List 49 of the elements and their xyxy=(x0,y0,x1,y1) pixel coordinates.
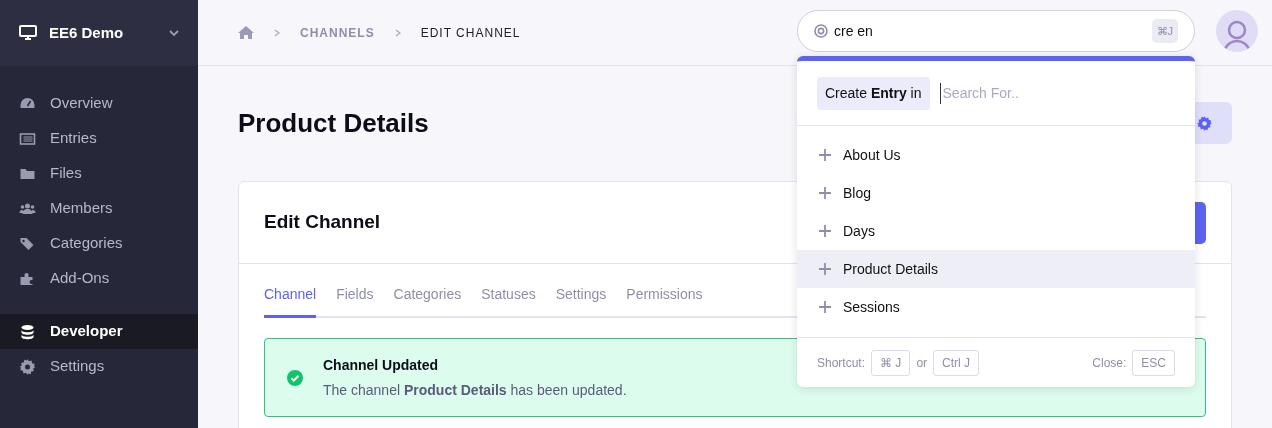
plus-icon xyxy=(819,149,831,161)
nav-item[interactable]: Entries xyxy=(0,121,198,156)
nav-item[interactable]: Developer xyxy=(0,314,198,349)
list-icon xyxy=(19,130,36,147)
breadcrumb-current: EDIT CHANNEL xyxy=(420,24,521,42)
or-label: or xyxy=(916,354,928,372)
menu-item[interactable]: Sessions xyxy=(797,288,1195,326)
plus-icon xyxy=(819,301,831,313)
command-chip: Create Entry in xyxy=(817,76,930,110)
alert-message: The channel Product Details has been updated. xyxy=(323,380,627,400)
database-icon xyxy=(19,323,36,340)
plus-icon xyxy=(819,263,831,275)
plus-icon xyxy=(819,225,831,237)
menu-item[interactable]: Days xyxy=(797,212,1195,250)
card-title: Edit Channel xyxy=(264,210,381,235)
nav-item[interactable]: Members xyxy=(0,191,198,226)
site-name[interactable]: EE6 Demo xyxy=(49,21,157,45)
menu-item[interactable]: About Us xyxy=(797,136,1195,174)
chevron-right-icon xyxy=(274,28,280,37)
monitor-icon xyxy=(19,25,37,41)
page-title: Product Details xyxy=(238,106,430,140)
search-field[interactable]: cre en ⌘J xyxy=(797,10,1195,52)
tags-icon xyxy=(19,235,36,252)
plus-icon xyxy=(819,187,831,199)
alert-title: Channel Updated xyxy=(323,355,440,375)
chevron-down-icon[interactable] xyxy=(169,30,179,36)
puzzle-icon xyxy=(19,270,36,287)
close-label: Close: xyxy=(1092,354,1127,372)
avatar[interactable] xyxy=(1216,10,1258,52)
settings-icon xyxy=(1197,115,1212,131)
nav-item[interactable]: Overview xyxy=(0,86,198,121)
nav-item[interactable]: Categories xyxy=(0,226,198,261)
menu-item[interactable]: Blog xyxy=(797,174,1195,212)
menu-item[interactable]: Product Details xyxy=(797,250,1195,288)
key-hint: Ctrl J xyxy=(933,349,980,376)
key-hint: ⌘ J xyxy=(871,349,911,376)
shortcut-hint: ⌘J xyxy=(1151,18,1178,44)
target-icon xyxy=(814,24,828,38)
nav-item[interactable]: Files xyxy=(0,156,198,191)
chevron-right-icon xyxy=(394,28,401,37)
tab[interactable]: Channel xyxy=(264,284,317,318)
shortcut-label: Shortcut: xyxy=(817,354,866,372)
key-hint: ESC xyxy=(1132,349,1175,376)
search-input[interactable]: Search For.. xyxy=(939,82,1175,104)
nav-item[interactable]: Settings xyxy=(0,349,198,384)
home-icon[interactable] xyxy=(238,26,254,39)
gear-icon xyxy=(19,358,36,375)
nav-item[interactable]: Add-Ons xyxy=(0,261,198,296)
check-circle-icon xyxy=(287,369,303,386)
